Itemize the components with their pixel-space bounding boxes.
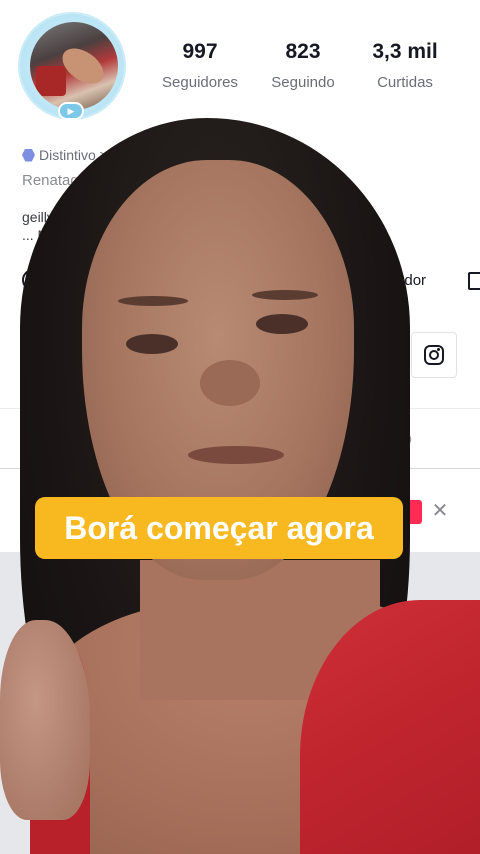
likes-label: Curtidas — [377, 74, 433, 91]
following-label: Seguindo — [271, 74, 335, 91]
heart-icon[interactable] — [388, 432, 412, 454]
followers-label: Seguidores — [162, 74, 238, 91]
likes-count: 3,3 mil — [372, 40, 438, 63]
bio-line-1: geilly B — [22, 209, 68, 225]
clock-icon[interactable] — [22, 269, 44, 291]
tab-underline — [0, 468, 480, 469]
close-icon[interactable]: ✕ — [430, 500, 450, 522]
bio-line-2: ... Ma — [22, 227, 58, 243]
username: Renatagom — [22, 172, 100, 189]
stat-following[interactable]: 823 Seguindo — [248, 40, 358, 91]
shopping-bag-icon[interactable] — [468, 272, 480, 290]
creator-tools-label[interactable]: do Criador — [356, 272, 426, 289]
following-count: 823 — [285, 40, 321, 63]
profile-page: ▶ 997 Seguidores 823 Seguindo 3,3 mil Cu… — [0, 0, 480, 854]
edit-profile-button[interactable] — [22, 332, 402, 378]
caption-sticker: Borá começar agora — [35, 497, 403, 559]
live-play-icon[interactable]: ▶ — [58, 102, 84, 120]
divider — [0, 408, 480, 409]
bio: geilly B ... Ma — [22, 208, 67, 244]
stat-followers[interactable]: 997 Seguidores — [145, 40, 255, 91]
followers-count: 997 — [182, 40, 218, 63]
instagram-icon — [424, 345, 444, 365]
badge-link[interactable]: Distintivo > — [22, 147, 108, 163]
stat-likes[interactable]: 3,3 mil Curtidas — [350, 40, 460, 91]
video-grid — [0, 552, 480, 854]
badge-label: Distintivo > — [39, 147, 108, 163]
avatar[interactable] — [30, 22, 118, 110]
username-trailing: tário — [272, 172, 302, 189]
instagram-button[interactable] — [411, 332, 457, 378]
badge-hexagon-icon — [22, 148, 35, 162]
